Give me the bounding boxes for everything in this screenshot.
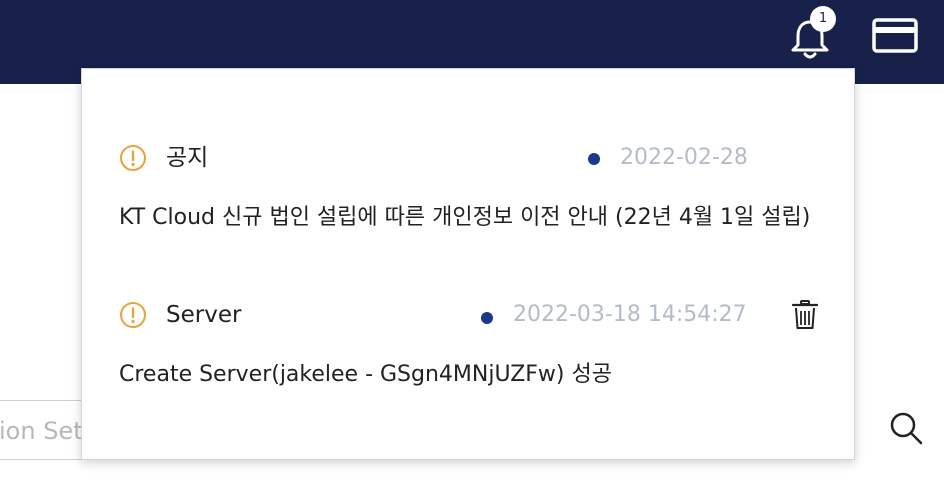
notifications-button[interactable]: 1 [788,6,836,60]
notification-category: 공지 [166,145,209,171]
unread-indicator [588,153,600,165]
notification-category: Server [166,302,242,328]
notification-message: Create Server(jakelee - GSgn4MNjUZFw) 성공 [119,362,612,387]
credit-card-icon [872,18,918,53]
page: 1 ion Sett 공지 2022-02-28 KT Cloud 신규 법인 … [0,0,944,486]
unread-indicator [481,312,493,324]
warning-circle-icon [120,302,146,328]
billing-button[interactable] [872,18,918,54]
warning-circle-icon [120,145,146,171]
notification-date: 2022-03-18 14:54:27 [513,302,747,327]
search-button[interactable] [888,410,924,446]
trash-icon [791,300,819,329]
notification-popup: 공지 2022-02-28 KT Cloud 신규 법인 설립에 따른 개인정보… [81,68,855,460]
notification-date: 2022-02-28 [620,145,748,170]
search-icon [890,412,923,445]
notification-message: KT Cloud 신규 법인 설립에 따른 개인정보 이전 안내 (22년 4월… [119,205,811,230]
delete-notification-button[interactable] [790,299,820,331]
notification-count-badge: 1 [810,6,836,32]
